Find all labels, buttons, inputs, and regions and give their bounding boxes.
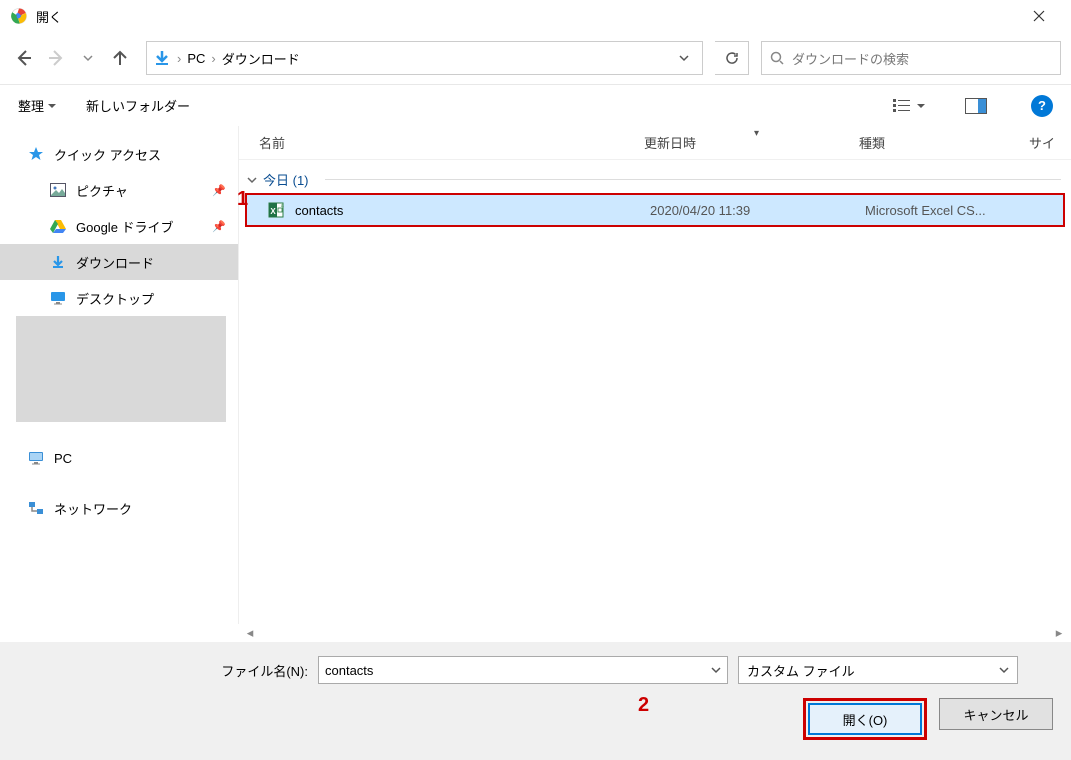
- file-date: 2020/04/20 11:39: [650, 203, 865, 218]
- gdrive-icon: [50, 219, 66, 233]
- sidebar-item-pc[interactable]: PC: [0, 440, 238, 476]
- sidebar-label: クイック アクセス: [54, 145, 161, 164]
- network-icon: [28, 501, 44, 515]
- chevron-down-icon: [247, 175, 257, 185]
- view-menu[interactable]: [893, 98, 925, 114]
- pin-icon: 📌: [212, 184, 226, 197]
- sidebar-label: ダウンロード: [76, 253, 154, 272]
- scroll-right-icon[interactable]: ▸: [1051, 625, 1067, 641]
- file-name: contacts: [295, 203, 650, 218]
- breadcrumb-sep-icon: ›: [211, 51, 215, 66]
- nav-forward-button[interactable]: [42, 44, 70, 72]
- annotation-2: 2: [638, 694, 649, 717]
- column-header-size[interactable]: サイ: [1029, 133, 1071, 152]
- nav-recent-dropdown[interactable]: [74, 44, 102, 72]
- filename-label: ファイル名(N):: [18, 661, 308, 680]
- sidebar-item-downloads[interactable]: ダウンロード: [0, 244, 238, 280]
- horizontal-scrollbar[interactable]: ◂ ▸: [238, 624, 1071, 642]
- filename-input[interactable]: contacts: [318, 656, 728, 684]
- sidebar-item-quickaccess[interactable]: クイック アクセス: [0, 136, 238, 172]
- pictures-icon: [50, 183, 66, 197]
- sidebar-label: PC: [54, 451, 72, 466]
- sidebar-label: ネットワーク: [54, 499, 132, 518]
- organize-menu[interactable]: 整理: [18, 96, 56, 115]
- cancel-button[interactable]: キャンセル: [939, 698, 1053, 730]
- breadcrumb-segment[interactable]: ダウンロード: [222, 49, 300, 68]
- column-header-name[interactable]: 名前: [259, 133, 644, 152]
- breadcrumb[interactable]: › PC › ダウンロード: [146, 41, 703, 75]
- pc-icon: [28, 451, 44, 465]
- sidebar: クイック アクセス ピクチャ 📌 Google ドライブ 📌 ダウンロード: [0, 126, 238, 624]
- file-type-filter[interactable]: カスタム ファイル: [738, 656, 1018, 684]
- chevron-down-icon: [999, 665, 1009, 675]
- svg-text:X: X: [270, 207, 276, 216]
- nav-up-button[interactable]: [106, 44, 134, 72]
- sidebar-item-desktop[interactable]: デスクトップ: [0, 280, 238, 316]
- group-label: 今日 (1): [263, 170, 309, 189]
- file-row-contacts[interactable]: Xa contacts 2020/04/20 11:39 Microsoft E…: [245, 193, 1065, 227]
- breadcrumb-segment[interactable]: PC: [187, 51, 205, 66]
- preview-pane-button[interactable]: [965, 98, 987, 114]
- pin-icon: 📌: [212, 220, 226, 233]
- column-header-date[interactable]: 更新日時: [644, 133, 859, 152]
- svg-text:a: a: [281, 203, 284, 209]
- sort-indicator-icon: ▾: [754, 128, 759, 139]
- sidebar-item-pictures[interactable]: ピクチャ 📌: [0, 172, 238, 208]
- sidebar-label: デスクトップ: [76, 289, 154, 308]
- scroll-left-icon[interactable]: ◂: [242, 625, 258, 641]
- chrome-icon: [10, 7, 28, 25]
- search-icon: [770, 51, 784, 65]
- breadcrumb-sep-icon: ›: [177, 51, 181, 66]
- close-button[interactable]: [1016, 1, 1061, 31]
- sidebar-label: ピクチャ: [76, 181, 128, 200]
- search-placeholder: ダウンロードの検索: [792, 49, 909, 68]
- download-icon: [50, 254, 66, 270]
- help-button[interactable]: ?: [1031, 95, 1053, 117]
- new-folder-button[interactable]: 新しいフォルダー: [86, 96, 190, 115]
- sidebar-label: Google ドライブ: [76, 217, 174, 236]
- star-icon: [28, 146, 44, 162]
- desktop-icon: [50, 291, 66, 305]
- chevron-down-icon: [711, 665, 721, 675]
- group-header-today[interactable]: 今日 (1): [239, 160, 1071, 193]
- sidebar-redacted: [16, 316, 226, 422]
- refresh-button[interactable]: [715, 41, 749, 75]
- annotation-1: 1: [237, 188, 248, 211]
- sidebar-item-network[interactable]: ネットワーク: [0, 490, 238, 526]
- excel-csv-icon: Xa: [267, 201, 285, 219]
- search-input[interactable]: ダウンロードの検索: [761, 41, 1061, 75]
- file-type: Microsoft Excel CS...: [865, 203, 986, 218]
- open-button[interactable]: 開く(O): [808, 703, 922, 735]
- column-header-type[interactable]: 種類: [859, 133, 1029, 152]
- sidebar-item-gdrive[interactable]: Google ドライブ 📌: [0, 208, 238, 244]
- breadcrumb-dropdown[interactable]: [672, 42, 696, 74]
- nav-back-button[interactable]: [10, 44, 38, 72]
- file-list: 名前 更新日時 種類 サイ ▾ 今日 (1) 1 Xa contacts 202…: [238, 126, 1071, 624]
- window-title: 開く: [36, 7, 1016, 26]
- download-folder-icon: [153, 49, 171, 67]
